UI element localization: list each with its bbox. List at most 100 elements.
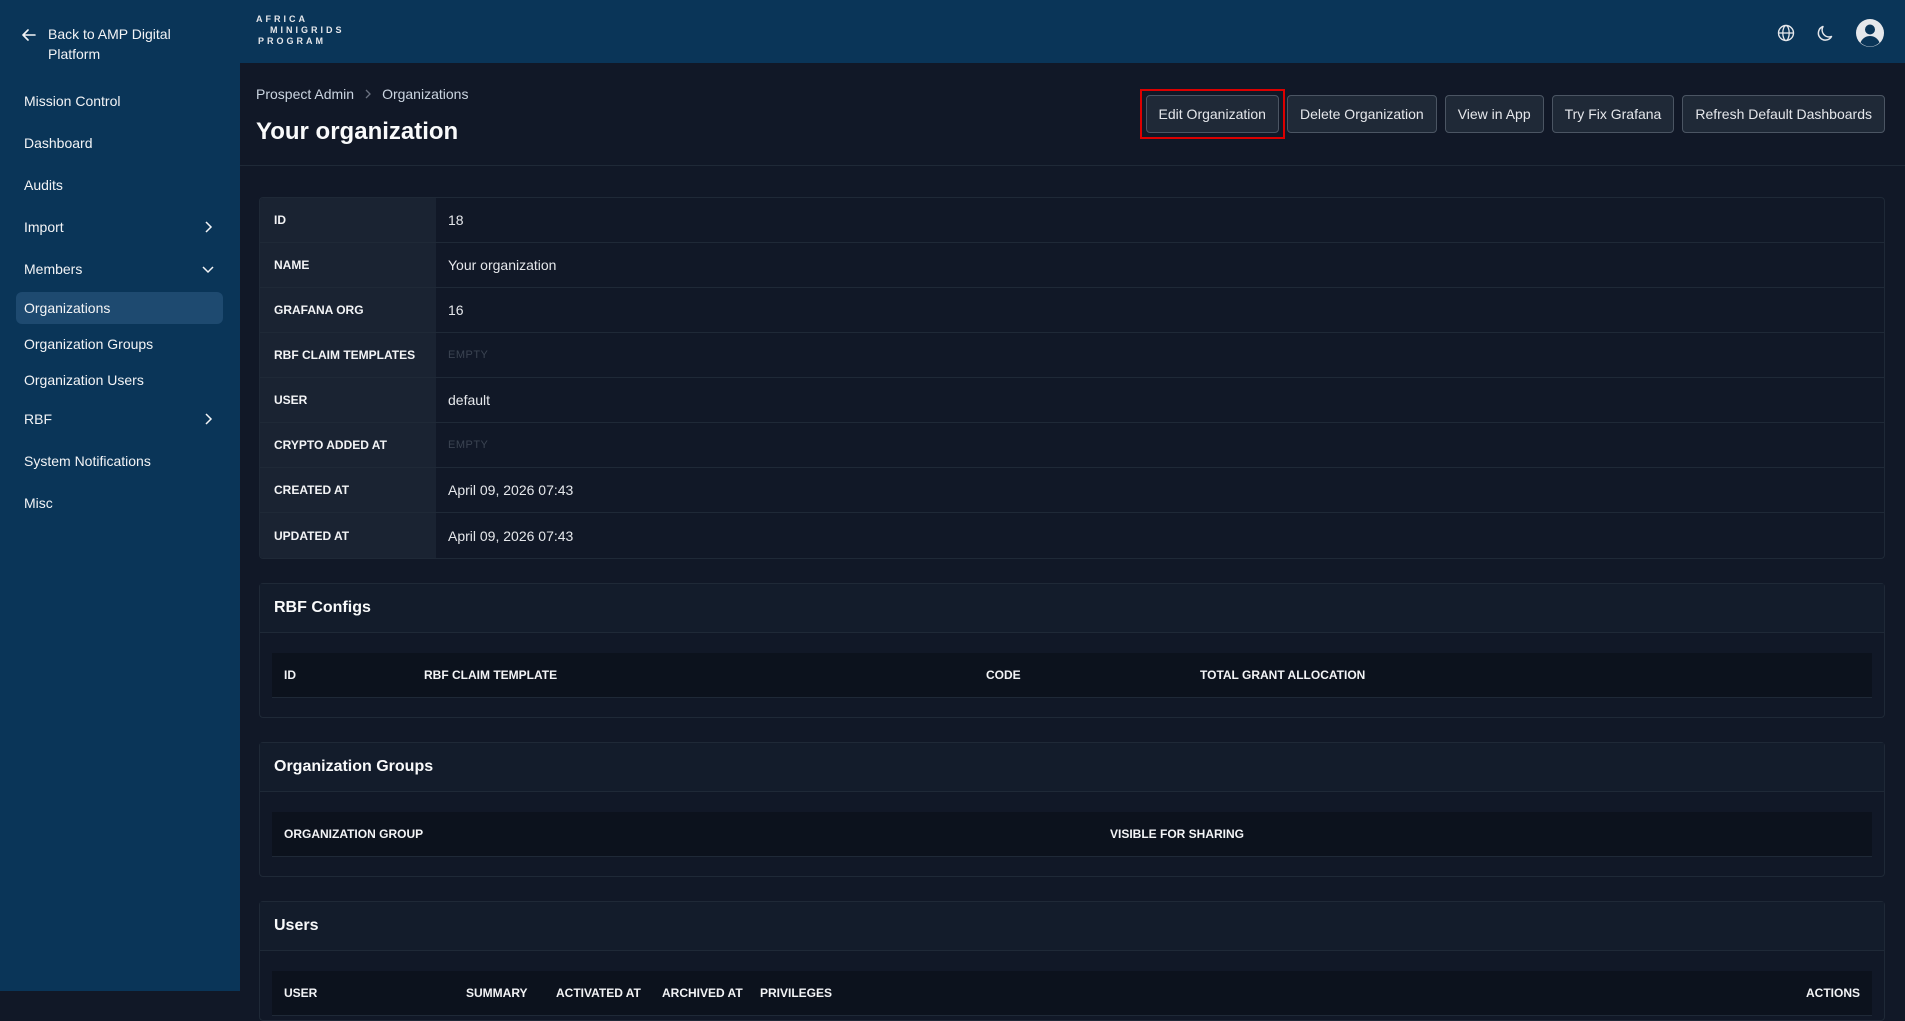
view-in-app-button[interactable]: View in App — [1444, 95, 1544, 133]
button-wrap: Delete Organization — [1286, 95, 1437, 133]
breadcrumb: Prospect Admin Organizations — [256, 86, 468, 102]
detail-row-user: USER default — [260, 378, 1884, 423]
detail-value-empty: EMPTY — [448, 439, 489, 451]
sidebar-item-label: Organizations — [24, 300, 111, 316]
back-to-platform-link[interactable]: Back to AMP Digital Platform — [22, 24, 222, 64]
amp-logo[interactable]: AFRICA MINIGRIDS PROGRAM — [256, 14, 346, 50]
detail-row-created-at: CREATED AT April 09, 2026 07:43 — [260, 468, 1884, 513]
sidebar-item-label: Members — [24, 261, 83, 277]
detail-key: CRYPTO ADDED AT — [260, 423, 436, 467]
breadcrumb-current[interactable]: Organizations — [382, 86, 468, 102]
detail-value-empty: EMPTY — [448, 349, 489, 361]
detail-row-crypto-added-at: CRYPTO ADDED AT EMPTY — [260, 423, 1884, 468]
action-buttons: Edit Organization Delete Organization Vi… — [1139, 89, 1885, 139]
organization-groups-section: Organization Groups ORGANIZATION GROUP V… — [259, 742, 1885, 877]
column-header[interactable]: USER — [284, 971, 317, 1015]
detail-key: ID — [260, 198, 436, 242]
detail-key: NAME — [260, 243, 436, 287]
sidebar-item-label: RBF — [24, 411, 52, 427]
arrow-left-icon — [22, 29, 36, 41]
detail-value: April 09, 2026 07:43 — [448, 527, 574, 544]
sidebar-item-mission-control[interactable]: Mission Control — [16, 80, 223, 122]
sidebar-item-organization-groups[interactable]: Organization Groups — [16, 326, 223, 362]
sidebar-item-label: System Notifications — [24, 453, 151, 469]
logo-line: AFRICA — [256, 14, 308, 24]
top-bar-icons — [1775, 18, 1885, 48]
column-header[interactable]: ID — [284, 653, 296, 697]
sidebar-item-dashboard[interactable]: Dashboard — [16, 122, 223, 164]
refresh-default-dashboards-button[interactable]: Refresh Default Dashboards — [1682, 95, 1885, 133]
sidebar-item-label: Audits — [24, 177, 63, 193]
moon-icon[interactable] — [1815, 22, 1837, 44]
button-wrap: View in App — [1444, 95, 1544, 133]
sidebar-item-organization-users[interactable]: Organization Users — [16, 362, 223, 398]
detail-key: GRAFANA ORG — [260, 288, 436, 332]
section-title: RBF Configs — [260, 584, 1884, 633]
detail-row-name: NAME Your organization — [260, 243, 1884, 288]
column-header[interactable]: ACTIVATED AT — [556, 971, 641, 1015]
table-header: ORGANIZATION GROUP VISIBLE FOR SHARING — [272, 812, 1872, 857]
detail-value: Your organization — [448, 257, 557, 273]
sidebar-item-label: Dashboard — [24, 135, 93, 151]
detail-row-id: ID 18 — [260, 198, 1884, 243]
sidebar-item-label: Import — [24, 219, 64, 235]
column-header[interactable]: VISIBLE FOR SHARING — [1110, 812, 1244, 856]
page-title: Your organization — [256, 118, 459, 145]
button-wrap: Try Fix Grafana — [1551, 95, 1675, 133]
try-fix-grafana-button[interactable]: Try Fix Grafana — [1551, 95, 1675, 133]
logo-line: PROGRAM — [258, 36, 326, 46]
column-header[interactable]: PRIVILEGES — [760, 971, 832, 1015]
detail-row-grafana-org: GRAFANA ORG 16 — [260, 288, 1884, 333]
column-header[interactable]: ORGANIZATION GROUP — [284, 812, 423, 856]
column-header[interactable]: CODE — [986, 653, 1021, 697]
column-header[interactable]: ACTIONS — [1806, 971, 1860, 1015]
user-avatar-icon[interactable] — [1855, 18, 1885, 48]
detail-key: UPDATED AT — [260, 513, 436, 558]
sidebar-item-audits[interactable]: Audits — [16, 164, 223, 206]
detail-row-rbf-claim-templates: RBF CLAIM TEMPLATES EMPTY — [260, 333, 1884, 378]
detail-key: CREATED AT — [260, 468, 436, 512]
detail-key: USER — [260, 378, 436, 422]
logo-line: MINIGRIDS — [270, 25, 345, 35]
chevron-right-icon — [205, 413, 213, 425]
column-header[interactable]: RBF CLAIM TEMPLATE — [424, 653, 557, 697]
column-header[interactable]: TOTAL GRANT ALLOCATION — [1200, 653, 1365, 697]
button-wrap: Refresh Default Dashboards — [1682, 95, 1885, 133]
detail-key: RBF CLAIM TEMPLATES — [260, 333, 436, 377]
chevron-down-icon — [202, 266, 214, 274]
sidebar: Back to AMP Digital Platform Mission Con… — [0, 0, 240, 991]
sidebar-item-members[interactable]: Members — [16, 248, 223, 290]
sidebar-item-rbf[interactable]: RBF — [16, 398, 223, 440]
organization-details-table: ID 18 NAME Your organization GRAFANA ORG… — [259, 197, 1885, 559]
delete-organization-button[interactable]: Delete Organization — [1286, 95, 1437, 133]
sidebar-nav: Mission Control Dashboard Audits Import … — [16, 80, 223, 524]
detail-value: default — [448, 392, 491, 408]
sidebar-item-import[interactable]: Import — [16, 206, 223, 248]
sidebar-item-organizations[interactable]: Organizations — [16, 292, 223, 324]
highlight-box: Edit Organization — [1139, 89, 1285, 139]
detail-value: 18 — [448, 212, 464, 228]
chevron-right-icon — [365, 89, 371, 99]
back-link-label: Back to AMP Digital Platform — [48, 26, 171, 62]
column-header[interactable]: ARCHIVED AT — [662, 971, 743, 1015]
sidebar-item-label: Organization Users — [24, 372, 144, 388]
table-header: ID RBF CLAIM TEMPLATE CODE TOTAL GRANT A… — [272, 653, 1872, 698]
globe-icon[interactable] — [1775, 22, 1797, 44]
detail-value: April 09, 2026 07:43 — [448, 482, 574, 498]
detail-row-updated-at: UPDATED AT April 09, 2026 07:43 — [260, 513, 1884, 558]
users-section: Users USER SUMMARY ACTIVATED AT ARCHIVED… — [259, 901, 1885, 1021]
sidebar-item-system-notifications[interactable]: System Notifications — [16, 440, 223, 482]
sidebar-item-misc[interactable]: Misc — [16, 482, 223, 524]
section-title: Users — [260, 902, 1884, 951]
chevron-right-icon — [205, 221, 213, 233]
sidebar-item-label: Organization Groups — [24, 336, 154, 352]
detail-value: 16 — [448, 302, 464, 318]
breadcrumb-root[interactable]: Prospect Admin — [256, 86, 354, 102]
sidebar-item-label: Mission Control — [24, 93, 121, 109]
section-title: Organization Groups — [260, 743, 1884, 792]
column-header[interactable]: SUMMARY — [466, 971, 528, 1015]
rbf-configs-section: RBF Configs ID RBF CLAIM TEMPLATE CODE T… — [259, 583, 1885, 718]
edit-organization-button[interactable]: Edit Organization — [1145, 95, 1279, 133]
sidebar-item-label: Misc — [24, 495, 53, 511]
table-header: USER SUMMARY ACTIVATED AT ARCHIVED AT PR… — [272, 971, 1872, 1016]
